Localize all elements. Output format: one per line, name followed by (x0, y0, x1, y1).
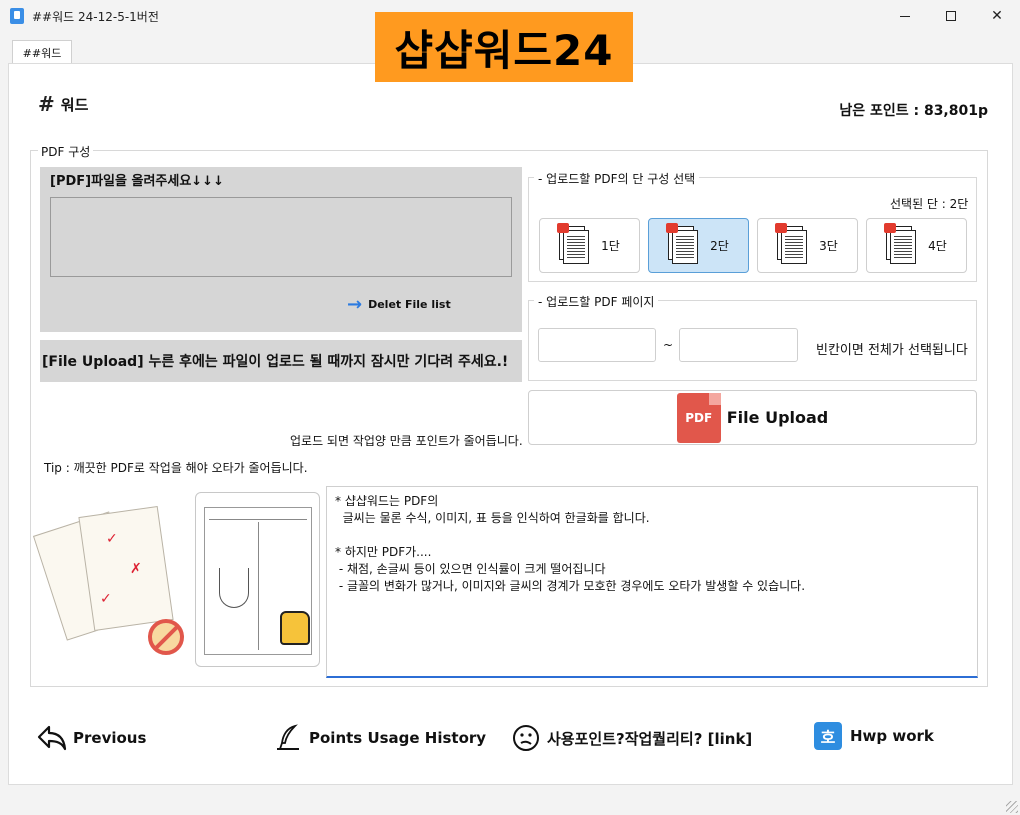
delete-file-list-label: Delet File list (368, 298, 451, 311)
document-icon (775, 222, 809, 266)
back-arrow-icon (36, 722, 68, 754)
hwp-work-label: Hwp work (850, 727, 934, 745)
quality-link-label: 사용포인트?작업퀄리티? [link] (547, 729, 753, 748)
upload-notice: [File Upload] 누른 후에는 파일이 업로드 될 때까지 잠시만 기… (40, 340, 522, 382)
file-upload-button[interactable]: PDF File Upload (528, 390, 977, 445)
previous-label: Previous (73, 729, 147, 747)
page-title: # 워드 (38, 92, 88, 116)
minimize-icon (900, 15, 910, 17)
marked-paper-illustration: ✓ ✗ ✓ (32, 491, 190, 671)
points-deduct-note: 업로드 되면 작업양 만큼 포인트가 줄어듭니다. (290, 434, 523, 448)
pdf-file-icon: PDF (676, 392, 721, 443)
file-upload-label: File Upload (726, 408, 829, 427)
quill-icon (272, 722, 304, 754)
confused-face-icon (510, 722, 542, 754)
document-icon (666, 222, 700, 266)
points-usage-history-label: Points Usage History (309, 729, 487, 747)
page-to-input[interactable] (679, 328, 798, 362)
maximize-button[interactable] (928, 0, 974, 32)
remaining-points: 남은 포인트 : 83,801p (839, 103, 988, 119)
column-select-label-text: 업로드할 PDF의 단 구성 선택 (546, 172, 696, 186)
description-box[interactable]: * 샵샵워드는 PDF의 글씨는 물론 수식, 이미지, 표 등을 인식하여 한… (326, 486, 978, 678)
tab-word[interactable]: ##워드 (12, 40, 72, 64)
column-3-label: 3단 (819, 239, 838, 253)
resize-grip[interactable] (1006, 801, 1018, 813)
clean-paper-illustration (195, 492, 320, 667)
thumbs-up-icon (280, 611, 310, 645)
delete-file-list-button[interactable]: → Delet File list (347, 294, 451, 315)
close-icon: ✕ (991, 8, 1003, 24)
app-window: ##워드 24-12-5-1버전 ✕ ##워드 샵샵워드24 # 워드 남은 포… (0, 0, 1020, 815)
pdf-config-label: PDF 구성 (38, 143, 94, 160)
page-title-text: 워드 (60, 95, 89, 114)
file-list[interactable] (50, 197, 512, 277)
column-2-button[interactable]: 2단 (648, 218, 749, 273)
page-range-label: - 업로드할 PDF 페이지 (534, 293, 659, 310)
drop-title: [PDF]파일을 올려주세요↓↓↓ (50, 174, 224, 189)
arrow-right-icon: → (347, 294, 363, 315)
column-3-button[interactable]: 3단 (757, 218, 858, 273)
page-from-input[interactable] (538, 328, 656, 362)
hwp-work-button[interactable]: 호 Hwp work (814, 722, 934, 750)
page-range-hint: 빈칸이면 전체가 선택됩니다 (816, 343, 968, 358)
prohibited-icon (148, 619, 184, 655)
selected-column-text: 선택된 단 : 2단 (890, 197, 969, 211)
column-1-label: 1단 (601, 239, 620, 253)
column-1-button[interactable]: 1단 (539, 218, 640, 273)
column-2-label: 2단 (710, 239, 729, 253)
page-range-label-text: 업로드할 PDF 페이지 (546, 295, 655, 309)
column-select-label: - 업로드할 PDF의 단 구성 선택 (534, 170, 700, 187)
maximize-icon (946, 11, 956, 21)
window-title: ##워드 24-12-5-1버전 (32, 10, 159, 24)
hwp-icon: 호 (814, 722, 842, 750)
points-usage-history-button[interactable]: Points Usage History (272, 722, 486, 754)
tip-text: Tip : 깨끗한 PDF로 작업을 해야 오타가 줄어듭니다. (44, 461, 308, 475)
hash-icon: # (38, 92, 55, 116)
app-icon (10, 8, 24, 24)
document-icon (884, 222, 918, 266)
previous-button[interactable]: Previous (36, 722, 146, 754)
column-4-label: 4단 (928, 239, 947, 253)
document-icon (557, 222, 591, 266)
page-range-separator: ~ (663, 338, 674, 352)
column-4-button[interactable]: 4단 (866, 218, 967, 273)
brand-banner: 샵샵워드24 (375, 12, 633, 82)
quality-link-button[interactable]: 사용포인트?작업퀄리티? [link] (510, 722, 752, 754)
close-button[interactable]: ✕ (974, 0, 1020, 32)
minimize-button[interactable] (882, 0, 928, 32)
